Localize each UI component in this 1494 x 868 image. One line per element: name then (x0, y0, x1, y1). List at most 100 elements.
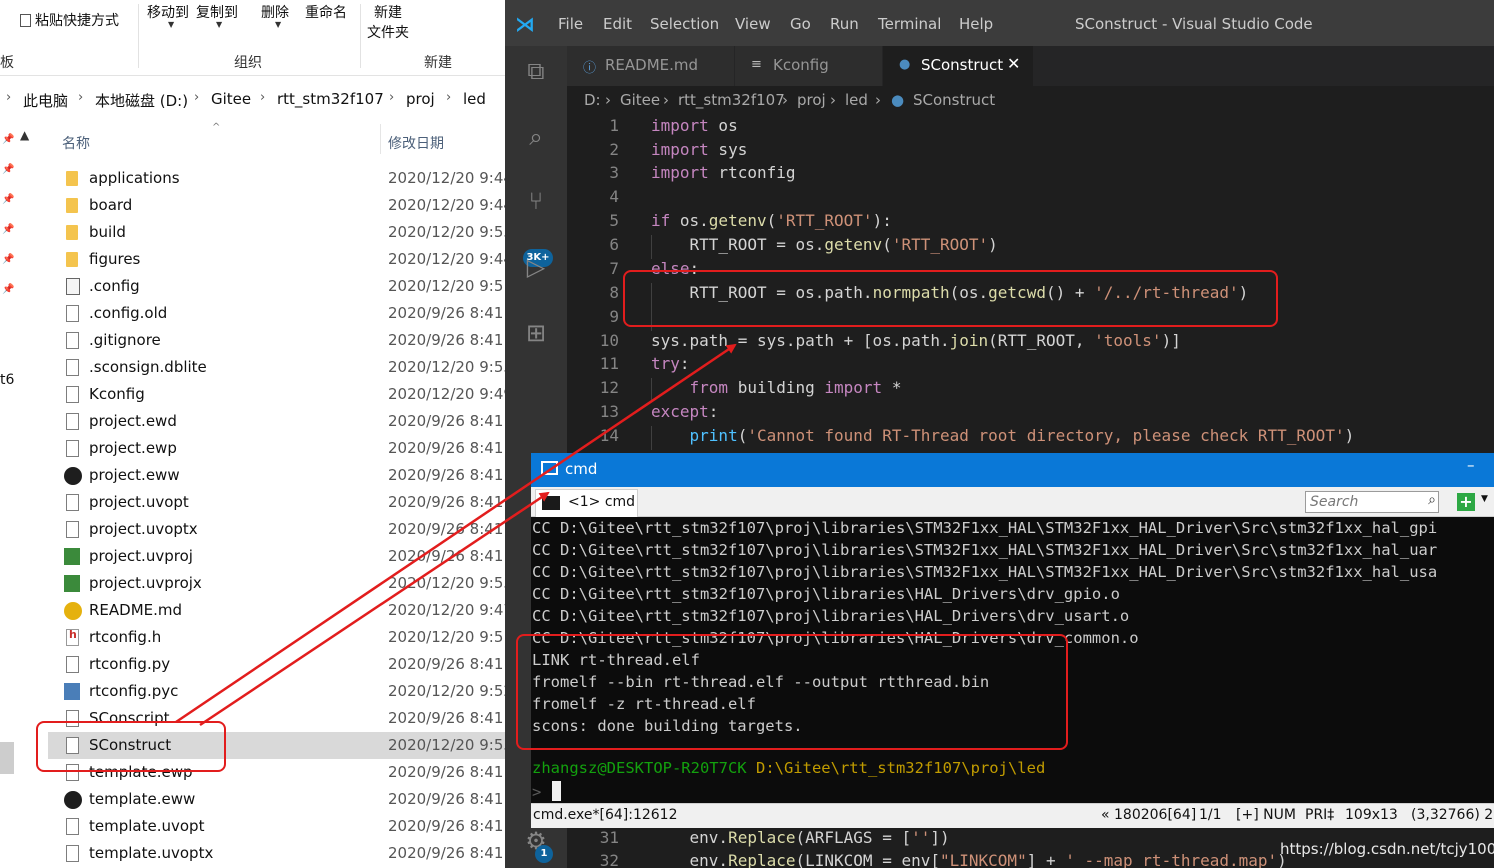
address-bar[interactable]: › 此电脑 › 本地磁盘 (D:) › Gitee › rtt_stm32f10… (0, 84, 510, 114)
search-icon[interactable]: ⌕ (521, 122, 551, 152)
file-row[interactable]: project.ewd 2020/9/26 8:41 (48, 408, 510, 435)
breadcrumb-rtt-stm32f107[interactable]: rtt_stm32f107 (678, 91, 785, 109)
menu-selection[interactable]: Selection (650, 15, 719, 33)
explorer-files-icon[interactable]: ⧉ (521, 56, 551, 86)
tab-label: Kconfig (773, 56, 829, 74)
breadcrumb-drive[interactable]: D: (584, 91, 601, 109)
file-name: template.eww (89, 790, 196, 808)
new-folder-button-line2[interactable]: 文件夹 (367, 22, 409, 42)
file-row[interactable]: Kconfig 2020/12/20 9:49 (48, 381, 510, 408)
close-icon[interactable]: ✕ (1007, 54, 1020, 73)
tab-cmd[interactable]: <1> cmd (535, 489, 638, 517)
column-name[interactable]: 名称 (62, 133, 90, 153)
new-folder-button-line1[interactable]: 新建 (374, 2, 402, 22)
pin-icon[interactable]: 📌 (2, 164, 14, 175)
code-line: print('Cannot found RT-Thread root direc… (689, 426, 1355, 445)
file-row[interactable]: applications 2020/12/20 9:44 (48, 165, 510, 192)
file-row[interactable]: .config 2020/12/20 9:51 (48, 273, 510, 300)
new-console-button[interactable]: + (1457, 493, 1475, 511)
scroll-up-icon[interactable]: ▲ (20, 128, 29, 142)
move-to-button[interactable]: 移动到 (147, 2, 189, 22)
file-date: 2020/9/26 8:41 (388, 655, 504, 673)
column-divider[interactable] (380, 124, 381, 154)
mouse-pointer-icon (58, 0, 70, 14)
minimize-button[interactable]: – (1467, 456, 1475, 474)
file-row[interactable]: project.uvopt 2020/9/26 8:41 (48, 489, 510, 516)
source-control-icon[interactable]: ⑂ (521, 186, 551, 216)
menu-go[interactable]: Go (790, 15, 811, 33)
extensions-icon[interactable]: ⊞ (521, 318, 551, 348)
file-row[interactable]: board 2020/12/20 9:44 (48, 192, 510, 219)
search-icon[interactable]: ⌕ (1428, 492, 1436, 508)
file-row[interactable]: template.uvopt 2020/9/26 8:41 (48, 813, 510, 840)
status-mode: [+] NUM (1236, 807, 1296, 823)
nav-item-label[interactable]: t6 (0, 372, 14, 388)
console-icon (541, 461, 558, 475)
copy-to-button[interactable]: 复制到 (196, 2, 238, 22)
nav-scrollbar-thumb[interactable] (0, 742, 14, 774)
chevron-down-icon[interactable]: ▼ (1481, 494, 1488, 504)
menu-run[interactable]: Run (830, 15, 859, 33)
search-placeholder: Search (1310, 494, 1359, 510)
breadcrumb-gitee[interactable]: Gitee (620, 91, 660, 109)
breadcrumb-gitee[interactable]: Gitee (211, 90, 251, 108)
file-row[interactable]: project.uvproj 2020/9/26 8:41 (48, 543, 510, 570)
menu-help[interactable]: Help (959, 15, 993, 33)
file-row[interactable]: rtconfig.pyc 2020/12/20 9:52 (48, 678, 510, 705)
line-number: 2 (609, 140, 619, 159)
delete-button[interactable]: 删除 (261, 2, 289, 22)
file-date: 2020/12/20 9:55 (388, 223, 510, 241)
file-row[interactable]: README.md 2020/12/20 9:47 (48, 597, 510, 624)
file-name: project.ewd (89, 412, 177, 430)
menu-terminal[interactable]: Terminal (878, 15, 941, 33)
run-debug-icon[interactable]: ▷ (521, 252, 551, 282)
file-row[interactable]: template.uvoptx 2020/9/26 8:41 (48, 840, 510, 867)
pin-icon[interactable]: 📌 (2, 284, 14, 295)
breadcrumb-proj[interactable]: proj (406, 90, 435, 108)
file-date: 2020/9/26 8:41 (388, 790, 504, 808)
ribbon-divider (360, 4, 361, 68)
breadcrumb-rtt-stm32f107[interactable]: rtt_stm32f107 (277, 90, 384, 108)
column-date-modified[interactable]: 修改日期 (388, 133, 444, 153)
file-row[interactable]: figures 2020/12/20 9:44 (48, 246, 510, 273)
breadcrumb-led[interactable]: led (845, 91, 868, 109)
menu-file[interactable]: File (558, 15, 583, 33)
console-line: CC D:\Gitee\rtt_stm32f107\proj\libraries… (532, 607, 1130, 625)
menu-view[interactable]: View (735, 15, 771, 33)
file-row[interactable]: project.uvprojx 2020/12/20 9:55 (48, 570, 510, 597)
rename-button[interactable]: 重命名 (305, 2, 347, 22)
file-row[interactable]: project.eww 2020/9/26 8:41 (48, 462, 510, 489)
file-row[interactable]: .gitignore 2020/9/26 8:41 (48, 327, 510, 354)
menu-edit[interactable]: Edit (603, 15, 632, 33)
breadcrumb-local-disk[interactable]: 本地磁盘 (D:) (95, 90, 188, 111)
file-row[interactable]: template.eww 2020/9/26 8:41 (48, 786, 510, 813)
file-row[interactable]: .sconsign.dblite 2020/12/20 9:55 (48, 354, 510, 381)
tab-readme[interactable]: ⓘ README.md (567, 46, 734, 86)
search-input[interactable]: Search ⌕ (1305, 491, 1439, 513)
status-process: cmd.exe*[64]:12612 (533, 807, 678, 823)
chevron-right-icon: › (78, 90, 84, 105)
tab-kconfig[interactable]: ≡ Kconfig (735, 46, 882, 86)
file-row[interactable]: rtconfig.py 2020/9/26 8:41 (48, 651, 510, 678)
breadcrumb-proj[interactable]: proj (797, 91, 826, 109)
file-row[interactable]: project.ewp 2020/9/26 8:41 (48, 435, 510, 462)
breadcrumb-this-pc[interactable]: 此电脑 (23, 90, 68, 111)
file-row[interactable]: build 2020/12/20 9:55 (48, 219, 510, 246)
file-row[interactable]: project.uvoptx 2020/9/26 8:41 (48, 516, 510, 543)
file-row[interactable]: .config.old 2020/9/26 8:41 (48, 300, 510, 327)
breadcrumb-led[interactable]: led (463, 90, 486, 108)
tab-sconstruct[interactable]: ● SConstruct ✕ (883, 46, 1033, 86)
chevron-down-icon: ▼ (168, 20, 175, 29)
pin-icon[interactable]: 📌 (2, 134, 14, 145)
code-line: import rtconfig (651, 163, 796, 182)
pin-icon[interactable]: 📌 (2, 224, 14, 235)
file-name: board (89, 196, 133, 214)
breadcrumb-file[interactable]: SConstruct (913, 91, 995, 109)
column-header: ^ 名称 修改日期 (48, 122, 510, 158)
chevron-right-icon: › (6, 90, 12, 105)
pin-icon[interactable]: 📌 (2, 194, 14, 205)
file-row[interactable]: rtconfig.h 2020/12/20 9:51 (48, 624, 510, 651)
pin-icon[interactable]: 📌 (2, 254, 14, 265)
code-line: except: (651, 402, 719, 421)
cmd-titlebar[interactable]: cmd – (531, 453, 1494, 487)
